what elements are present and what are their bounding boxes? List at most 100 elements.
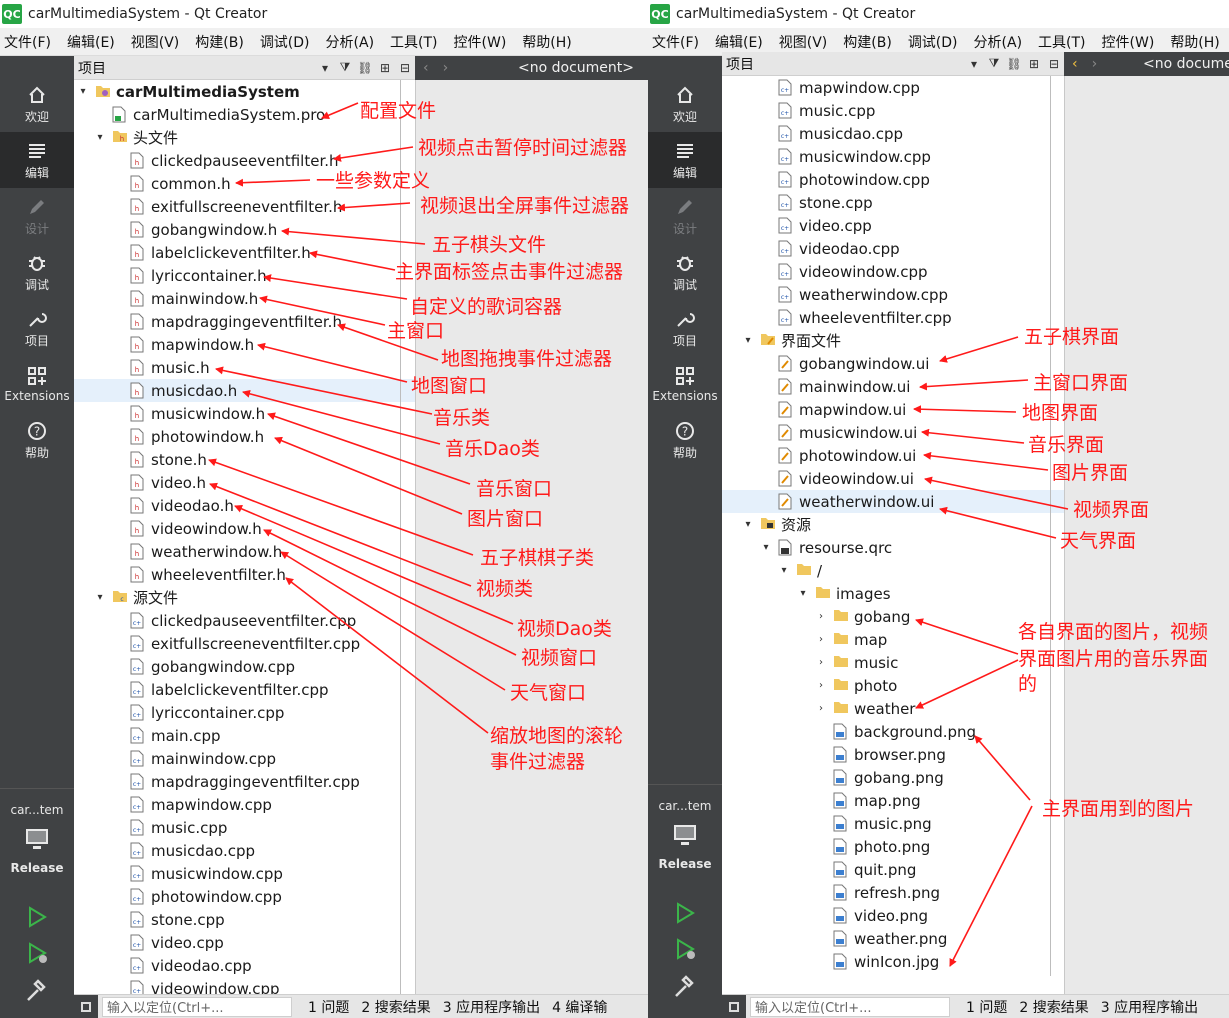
tree-item[interactable]: c+ musicwindow.cpp <box>74 862 415 885</box>
tree-item[interactable]: h gobangwindow.h <box>74 218 415 241</box>
mode-design[interactable]: 设计 <box>0 188 74 244</box>
tree-item[interactable]: h lyriccontainer.h <box>74 264 415 287</box>
pane-tab-search[interactable]: 2 搜索结果 <box>1019 997 1088 1017</box>
build-config[interactable]: Release <box>0 861 74 875</box>
tree-item[interactable]: h videowindow.h <box>74 517 415 540</box>
mode-edit[interactable]: 编辑 <box>648 132 722 188</box>
tree-item[interactable]: ▾ resourse.qrc <box>722 536 1064 559</box>
tree-item[interactable]: background.png <box>722 720 1064 743</box>
tree-item[interactable]: c+ stone.cpp <box>722 191 1064 214</box>
run-icon[interactable] <box>672 900 698 926</box>
chevron-down-icon[interactable]: ▾ <box>742 518 754 530</box>
mode-help[interactable]: ? 帮助 <box>648 412 722 468</box>
locator-input[interactable]: 输入以定位(Ctrl+... <box>750 996 950 1017</box>
kit-name[interactable]: car...tem <box>648 799 722 813</box>
chevron-right-icon[interactable]: › <box>815 656 827 668</box>
close-pane-icon[interactable]: ⊟ <box>1044 54 1064 74</box>
pane-tab-issues[interactable]: 1 问题 <box>966 997 1007 1017</box>
chevron-down-icon[interactable]: ▾ <box>77 85 89 97</box>
navigator-title[interactable]: 项目 <box>726 54 964 74</box>
pane-tab-app-output[interactable]: 3 应用程序输出 <box>1101 997 1198 1017</box>
link-icon[interactable]: ⛓ <box>355 58 375 78</box>
filter-icon[interactable]: ⧩ <box>984 54 1004 74</box>
tree-item[interactable]: photo.png <box>722 835 1064 858</box>
tree-item[interactable]: quit.png <box>722 858 1064 881</box>
document-selector[interactable]: <no document> <box>1143 56 1229 72</box>
menu-edit[interactable]: 编辑(E) <box>715 32 763 52</box>
chevron-down-icon[interactable]: ▾ <box>742 334 754 346</box>
document-selector[interactable]: <no document> <box>518 60 634 76</box>
menu-file[interactable]: 文件(F) <box>4 32 51 52</box>
tree-item[interactable]: c+ stone.cpp <box>74 908 415 931</box>
tree-item[interactable]: weather.png <box>722 927 1064 950</box>
tree-scrollbar[interactable] <box>1050 76 1051 976</box>
tree-item[interactable]: c+ musicdao.cpp <box>74 839 415 862</box>
menu-widgets[interactable]: 控件(W) <box>454 32 507 52</box>
chevron-down-icon[interactable]: ▾ <box>797 587 809 599</box>
mode-edit[interactable]: 编辑 <box>0 132 74 188</box>
forward-icon[interactable]: › <box>1092 56 1098 72</box>
tree-item[interactable]: h musicdao.h <box>74 379 415 402</box>
tree-item[interactable]: h mapwindow.h <box>74 333 415 356</box>
mode-extensions[interactable]: Extensions <box>0 356 74 412</box>
tree-item[interactable]: h stone.h <box>74 448 415 471</box>
chevron-right-icon[interactable]: › <box>815 610 827 622</box>
chevron-down-icon[interactable]: ▾ <box>778 564 790 576</box>
pane-tab-search[interactable]: 2 搜索结果 <box>361 997 430 1017</box>
tree-item[interactable]: c+ wheeleventfilter.cpp <box>722 306 1064 329</box>
tree-item[interactable]: refresh.png <box>722 881 1064 904</box>
tree-item[interactable]: video.png <box>722 904 1064 927</box>
mode-projects[interactable]: 项目 <box>648 300 722 356</box>
tree-item[interactable]: h labelclickeventfilter.h <box>74 241 415 264</box>
tree-item[interactable]: c+ video.cpp <box>722 214 1064 237</box>
debug-run-icon[interactable] <box>24 940 50 966</box>
tree-item[interactable]: c+ photowindow.cpp <box>722 168 1064 191</box>
tree-item[interactable]: photowindow.ui <box>722 444 1064 467</box>
chevron-right-icon[interactable]: › <box>815 702 827 714</box>
tree-item[interactable]: c+ gobangwindow.cpp <box>74 655 415 678</box>
menu-help[interactable]: 帮助(H) <box>1170 32 1219 52</box>
tree-item[interactable]: ▾ c 源文件 <box>74 586 415 609</box>
pane-tab-compile[interactable]: 4 编译输 <box>552 997 607 1017</box>
tree-item[interactable]: h common.h <box>74 172 415 195</box>
mode-help[interactable]: ? 帮助 <box>0 412 74 468</box>
tree-item[interactable]: mapwindow.ui <box>722 398 1064 421</box>
navigator-title[interactable]: 项目 <box>78 58 315 78</box>
tree-item[interactable]: › gobang <box>722 605 1064 628</box>
chevron-down-icon[interactable]: ▾ <box>94 131 106 143</box>
tree-item[interactable]: videowindow.ui <box>722 467 1064 490</box>
tree-item[interactable]: map.png <box>722 789 1064 812</box>
tree-item[interactable]: › weather <box>722 697 1064 720</box>
tree-item[interactable]: h video.h <box>74 471 415 494</box>
tree-item[interactable]: c+ video.cpp <box>74 931 415 954</box>
tree-item[interactable]: c+ musicdao.cpp <box>722 122 1064 145</box>
forward-icon[interactable]: › <box>443 60 449 76</box>
tree-item[interactable]: ▾ 资源 <box>722 513 1064 536</box>
menu-tools[interactable]: 工具(T) <box>390 32 437 52</box>
tree-item[interactable]: c+ videowindow.cpp <box>74 977 415 994</box>
tree-item[interactable]: c+ videowindow.cpp <box>722 260 1064 283</box>
tree-item[interactable]: c+ photowindow.cpp <box>74 885 415 908</box>
tree-item[interactable]: c+ mainwindow.cpp <box>74 747 415 770</box>
menu-tools[interactable]: 工具(T) <box>1038 32 1085 52</box>
tree-item[interactable]: ▾ / <box>722 559 1064 582</box>
tree-item[interactable]: › map <box>722 628 1064 651</box>
hammer-icon[interactable] <box>24 978 50 1004</box>
tree-item[interactable]: c+ weatherwindow.cpp <box>722 283 1064 306</box>
tree-item[interactable]: ▾ h 头文件 <box>74 126 415 149</box>
mode-welcome[interactable]: 欢迎 <box>0 76 74 132</box>
tree-item[interactable]: h weatherwindow.h <box>74 540 415 563</box>
menu-edit[interactable]: 编辑(E) <box>67 32 115 52</box>
mode-welcome[interactable]: 欢迎 <box>648 76 722 132</box>
pane-tab-issues[interactable]: 1 问题 <box>308 997 349 1017</box>
chevron-down-icon[interactable]: ▾ <box>315 58 335 78</box>
chevron-right-icon[interactable]: › <box>815 633 827 645</box>
tree-item[interactable]: music.png <box>722 812 1064 835</box>
debug-run-icon[interactable] <box>672 936 698 962</box>
tree-item[interactable]: h exitfullscreeneventfilter.h <box>74 195 415 218</box>
tree-item[interactable]: › photo <box>722 674 1064 697</box>
tree-item[interactable]: c+ music.cpp <box>74 816 415 839</box>
mode-extensions[interactable]: Extensions <box>648 356 722 412</box>
tree-item[interactable]: c+ mapwindow.cpp <box>74 793 415 816</box>
tree-item[interactable]: c+ mapdraggingeventfilter.cpp <box>74 770 415 793</box>
